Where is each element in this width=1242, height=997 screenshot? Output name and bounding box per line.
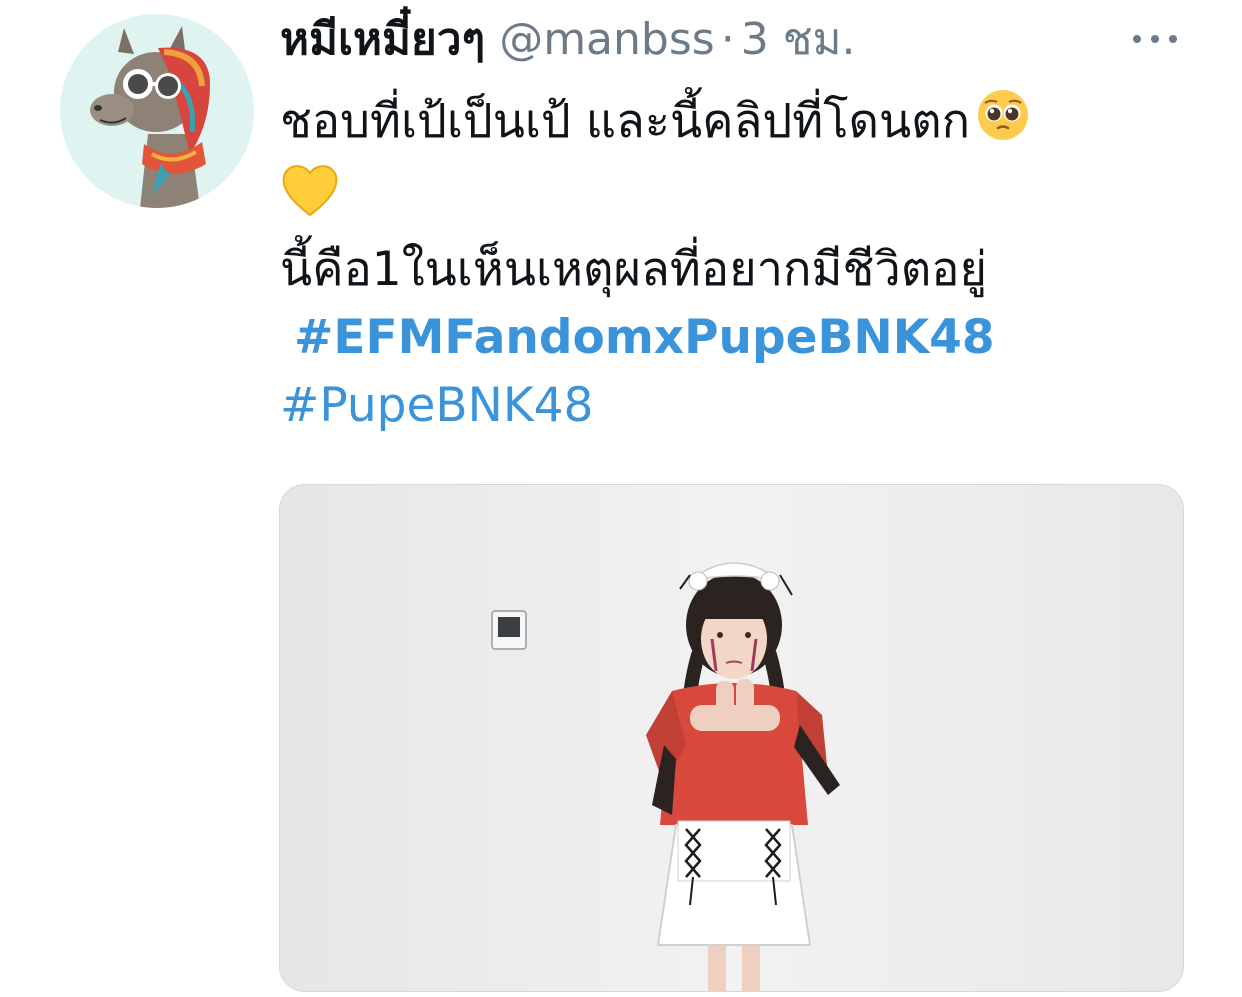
video-still-image <box>280 485 1183 991</box>
media-preview[interactable] <box>279 484 1184 992</box>
tweet-text-line: #PupeBNK48 <box>280 372 1180 440</box>
timestamp[interactable]: 3 ชม. <box>741 8 856 72</box>
display-name[interactable]: หมีเหมี๋ยวๆ <box>280 8 485 72</box>
tweet-text: ชอบที่เป้เป็นเป้ และนี้คลิปที่โดนตก นี้ค… <box>280 88 1180 440</box>
tweet-text-line <box>280 161 1180 236</box>
separator-dot: · <box>720 14 735 65</box>
tweet-text-line: #EFMFandomxPupeBNK48 <box>280 304 1180 372</box>
more-options-icon[interactable] <box>1130 24 1180 54</box>
tweet-text-segment: ชอบที่เป้เป็นเป้ และนี้คลิปที่โดนตก <box>280 94 971 149</box>
tweet: หมีเหมี๋ยวๆ @manbss · 3 ชม. ชอบที่เป้เป็… <box>0 0 1242 997</box>
tweet-text-line: นี้คือ1ในเห็นเหตุผลที่อยากมีชีวิตอยู่ <box>280 242 988 297</box>
tweet-text-line: ชอบที่เป้เป็นเป้ และนี้คลิปที่โดนตก <box>280 88 1180 161</box>
yellow-heart-emoji-icon <box>280 161 340 236</box>
llama-avatar-image <box>60 14 254 208</box>
tweet-header: หมีเหมี๋ยวๆ @manbss · 3 ชม. <box>280 8 856 72</box>
pleading-face-emoji-icon <box>976 88 1030 161</box>
user-handle[interactable]: @manbss <box>499 8 715 72</box>
hashtag-link[interactable]: #PupeBNK48 <box>280 378 593 433</box>
hashtag-link[interactable]: #EFMFandomxPupeBNK48 <box>294 310 995 365</box>
avatar[interactable] <box>60 14 254 208</box>
